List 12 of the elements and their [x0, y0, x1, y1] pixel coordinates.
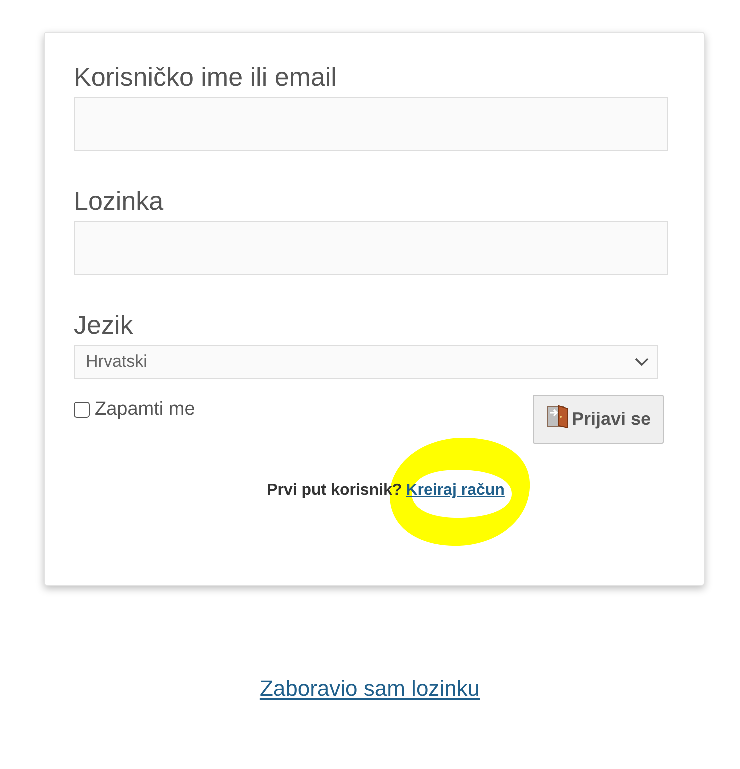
- remember-checkbox[interactable]: [74, 402, 90, 418]
- chevron-icon: [635, 358, 649, 366]
- input-field[interactable]: [74, 97, 668, 151]
- login-button[interactable]: Prijavi se: [532, 395, 664, 444]
- remember-label: Zapamti me: [95, 399, 196, 421]
- field-label: Korisničko ime ili email: [74, 61, 337, 93]
- forgot-password-link[interactable]: Zaboravio sam lozinku: [260, 676, 480, 701]
- language-select[interactable]: Hrvatski: [74, 345, 658, 379]
- field-label: Lozinka: [74, 185, 164, 217]
- field-label: Jezik: [74, 309, 134, 341]
- door-icon: [546, 404, 570, 428]
- input-field[interactable]: [74, 221, 668, 275]
